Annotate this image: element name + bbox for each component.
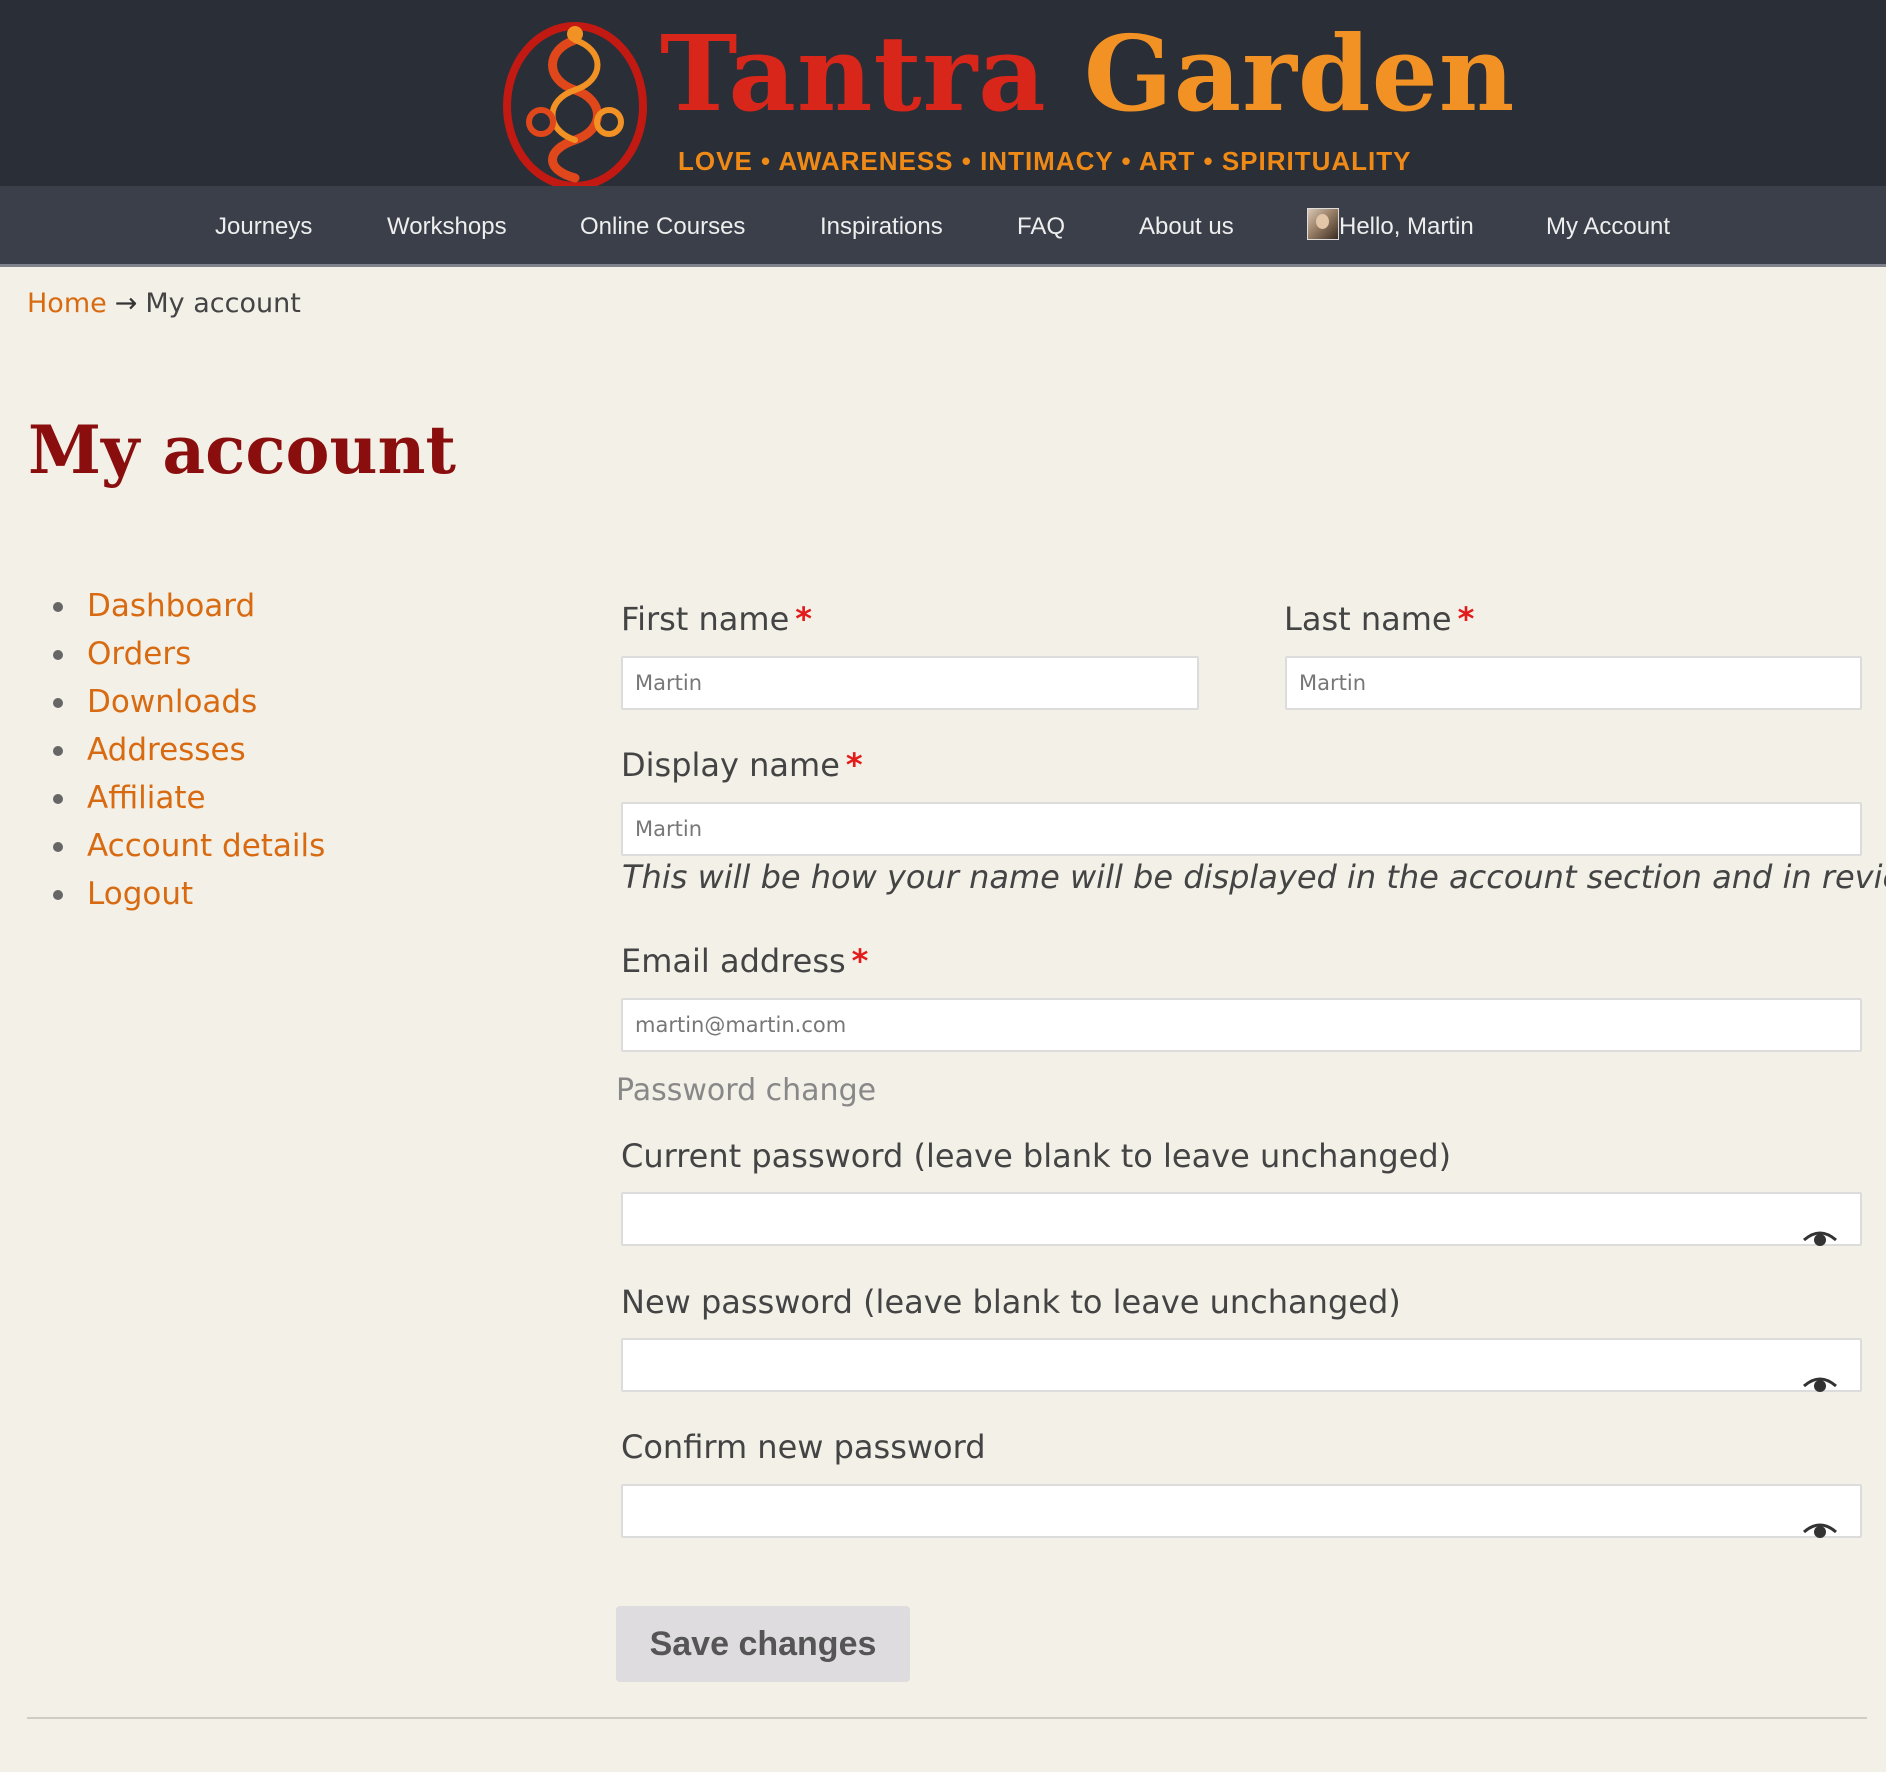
sidebar-item-logout[interactable]: Logout: [50, 870, 325, 918]
nav-item-online-courses[interactable]: Online Courses: [580, 186, 745, 264]
confirm-password-label: Confirm new password: [621, 1428, 986, 1466]
new-password-input[interactable]: [621, 1338, 1862, 1392]
new-password-label: New password (leave blank to leave uncha…: [621, 1283, 1401, 1321]
save-changes-button[interactable]: Save changes: [616, 1606, 910, 1682]
last-name-label-text: Last name: [1284, 600, 1452, 638]
last-name-input[interactable]: [1285, 656, 1862, 710]
email-field[interactable]: [621, 998, 1862, 1052]
display-name-hint: This will be how your name will be displ…: [622, 858, 1886, 896]
nav-item-my-account[interactable]: My Account: [1546, 186, 1670, 264]
sidebar-item-orders[interactable]: Orders: [50, 630, 325, 678]
nav-item-user[interactable]: Hello, Martin: [1307, 186, 1474, 264]
show-password-eye-icon[interactable]: [1802, 1228, 1838, 1248]
main-nav: Journeys Workshops Online Courses Inspir…: [0, 186, 1886, 267]
nav-item-workshops[interactable]: Workshops: [387, 186, 507, 264]
nav-user-label: Hello, Martin: [1339, 213, 1474, 240]
footer-divider: [27, 1717, 1867, 1719]
breadcrumb-arrow-icon: →: [114, 288, 138, 319]
show-password-eye-icon[interactable]: [1802, 1520, 1838, 1540]
last-name-label: Last name *: [1284, 600, 1474, 638]
sidebar-item-downloads[interactable]: Downloads: [50, 678, 325, 726]
required-mark: *: [851, 942, 869, 980]
sidebar-item-affiliate[interactable]: Affiliate: [50, 774, 325, 822]
breadcrumb: Home → My account: [27, 288, 301, 319]
display-name-label: Display name *: [621, 746, 863, 784]
account-navigation: Dashboard Orders Downloads Addresses Aff…: [50, 582, 325, 918]
email-label-text: Email address: [621, 942, 846, 980]
nav-item-about-us[interactable]: About us: [1139, 186, 1234, 264]
breadcrumb-home-link[interactable]: Home: [27, 288, 107, 319]
site-tagline: LOVE • AWARENESS • INTIMACY • ART • SPIR…: [678, 146, 1412, 176]
email-label: Email address *: [621, 942, 868, 980]
display-name-label-text: Display name: [621, 746, 840, 784]
nav-item-inspirations[interactable]: Inspirations: [820, 186, 943, 264]
current-password-input[interactable]: [621, 1192, 1862, 1246]
tantra-garden-logo-icon[interactable]: [495, 10, 655, 186]
site-title-part2: Garden: [1083, 12, 1516, 135]
required-mark: *: [1457, 600, 1475, 638]
page-title: My account: [28, 411, 457, 489]
site-title-part1: Tantra: [660, 12, 1047, 135]
sidebar-item-dashboard[interactable]: Dashboard: [50, 582, 325, 630]
first-name-label: First name *: [621, 600, 812, 638]
show-password-eye-icon[interactable]: [1802, 1374, 1838, 1394]
current-password-label: Current password (leave blank to leave u…: [621, 1137, 1452, 1175]
avatar: [1307, 208, 1339, 240]
nav-item-faq[interactable]: FAQ: [1017, 186, 1065, 264]
site-title[interactable]: Tantra Garden: [660, 12, 1514, 135]
password-change-legend: Password change: [616, 1073, 877, 1108]
nav-item-journeys[interactable]: Journeys: [215, 186, 312, 264]
first-name-input[interactable]: [621, 656, 1199, 710]
breadcrumb-current: My account: [145, 288, 301, 319]
required-mark: *: [795, 600, 812, 638]
first-name-label-text: First name: [621, 600, 790, 638]
display-name-input[interactable]: [621, 802, 1862, 856]
required-mark: *: [845, 746, 863, 784]
confirm-password-input[interactable]: [621, 1484, 1862, 1538]
sidebar-item-account-details[interactable]: Account details: [50, 822, 325, 870]
sidebar-item-addresses[interactable]: Addresses: [50, 726, 325, 774]
site-header: Tantra Garden LOVE • AWARENESS • INTIMAC…: [0, 0, 1886, 186]
